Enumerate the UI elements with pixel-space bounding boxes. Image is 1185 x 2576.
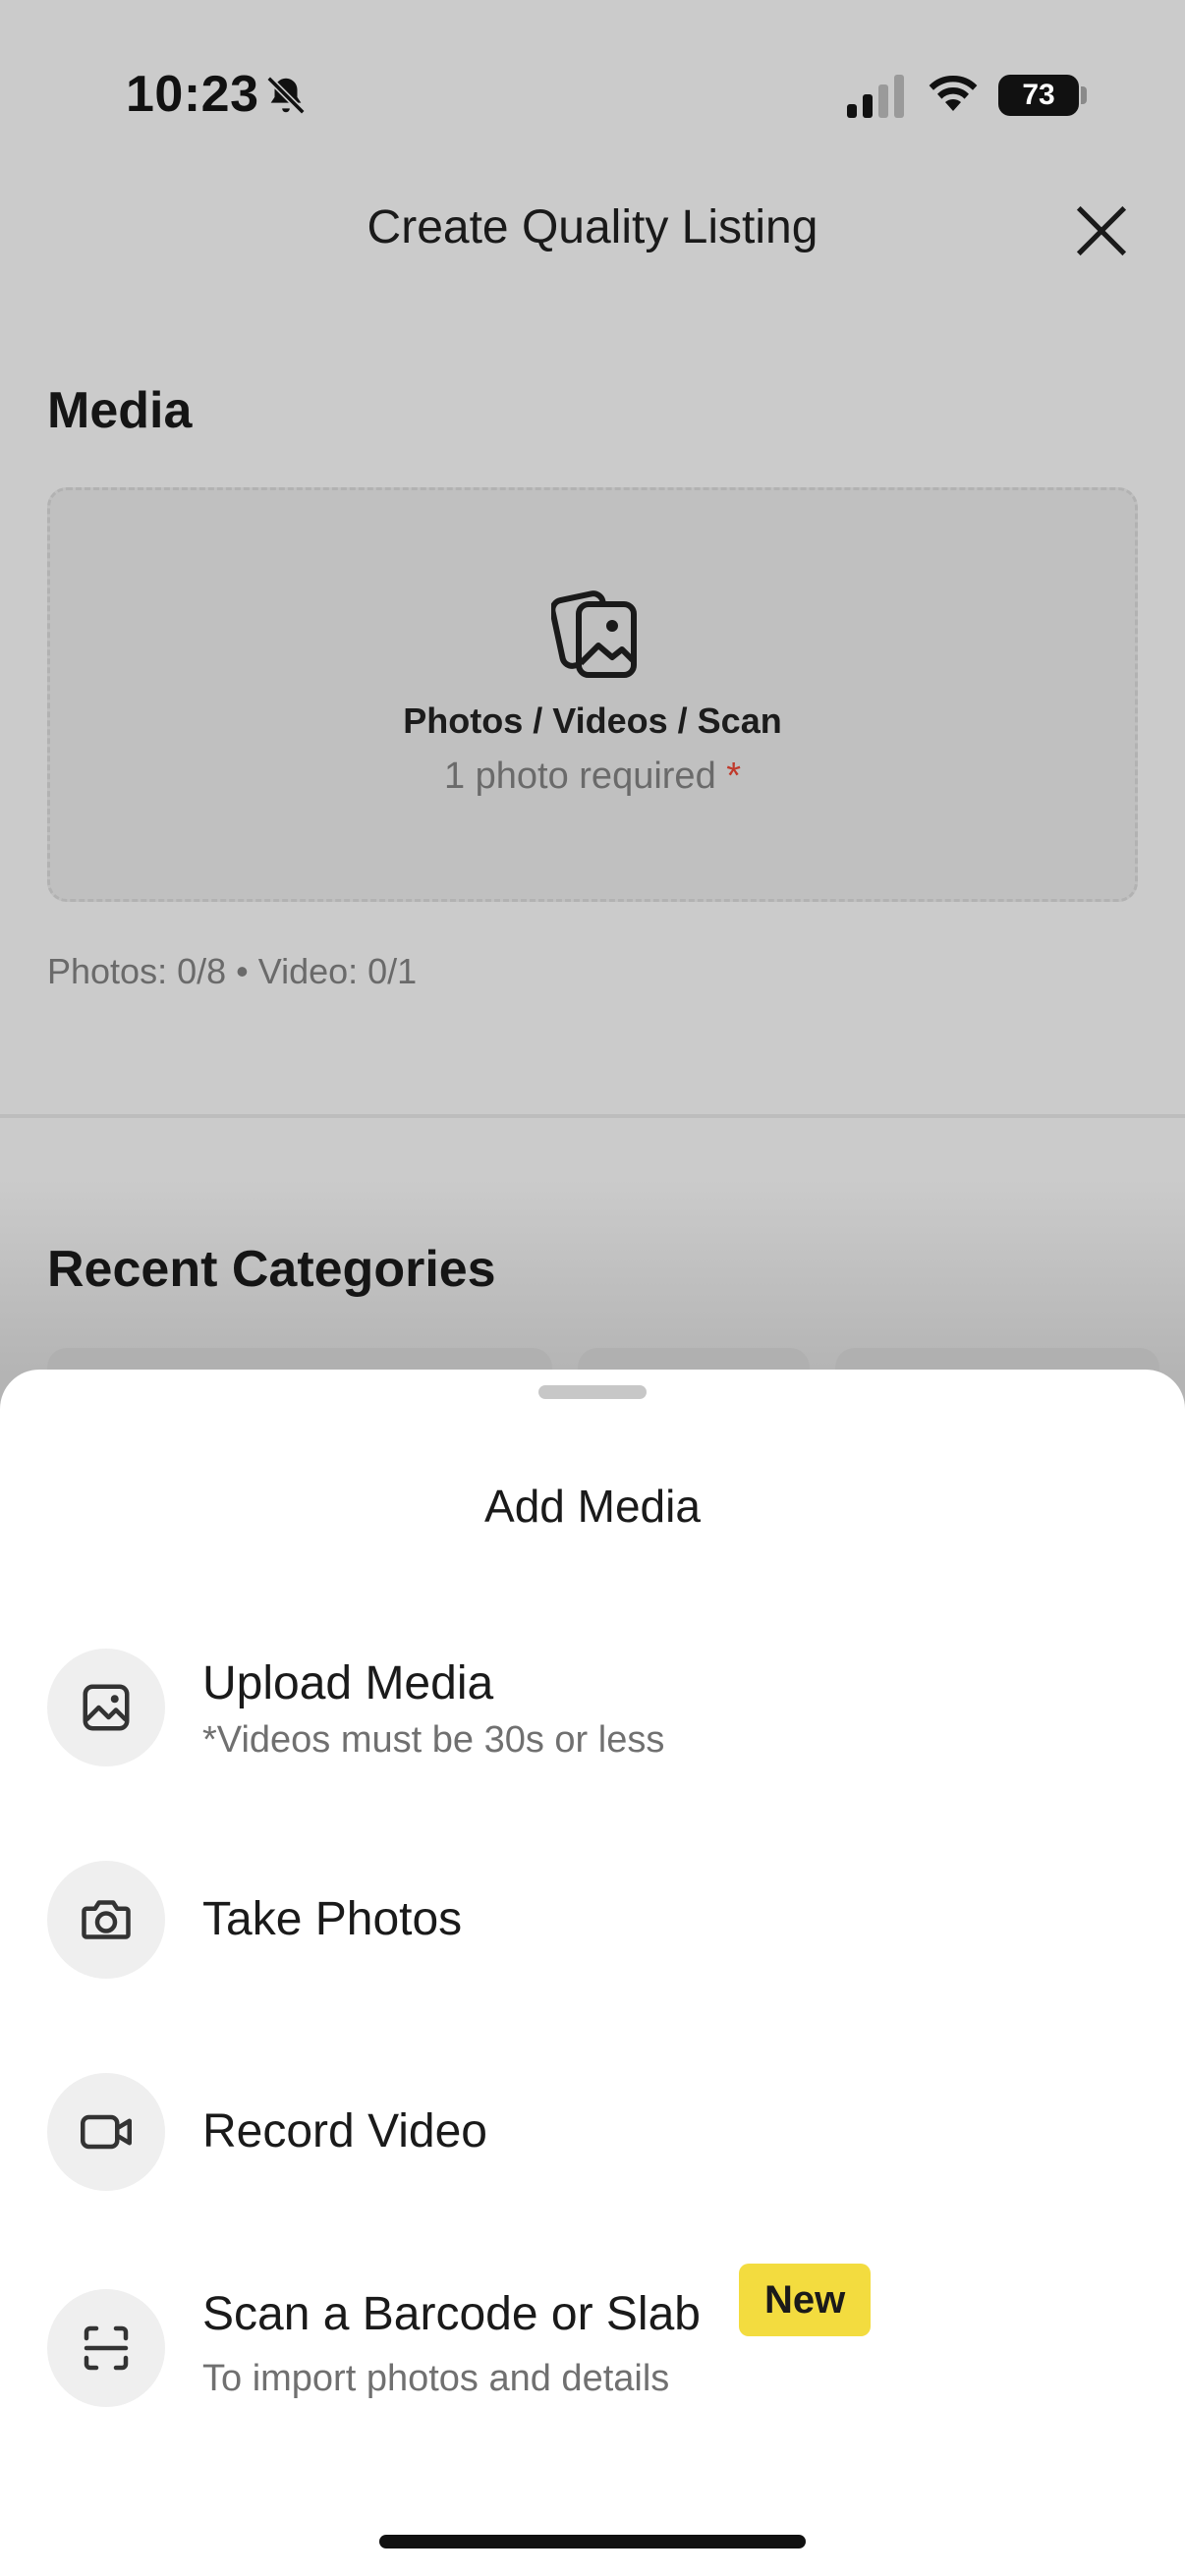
video-camera-icon bbox=[81, 2114, 132, 2150]
option-subtitle: To import photos and details bbox=[202, 2358, 670, 2399]
option-label: Scan a Barcode or Slab bbox=[202, 2288, 701, 2340]
upload-media-option[interactable]: Upload Media *Videos must be 30s or less bbox=[0, 1649, 1185, 1796]
screen: 10:23 73 Create Quality Listing Media Ph… bbox=[0, 0, 1185, 2576]
media-section-title: Media bbox=[47, 382, 193, 439]
option-subtitle: *Videos must be 30s or less bbox=[202, 1719, 665, 1761]
upload-media-icon-wrap bbox=[47, 1649, 165, 1766]
recent-categories-title: Recent Categories bbox=[47, 1241, 496, 1298]
add-media-sheet: Add Media Upload Media *Videos must be 3… bbox=[0, 1370, 1185, 2576]
sheet-grabber[interactable] bbox=[538, 1385, 647, 1399]
camera-icon bbox=[82, 1900, 131, 1939]
battery-icon: 73 bbox=[998, 75, 1079, 116]
battery-tip bbox=[1081, 86, 1087, 104]
required-text: 1 photo required bbox=[443, 756, 716, 797]
close-icon[interactable] bbox=[1071, 200, 1132, 261]
take-photos-icon-wrap bbox=[47, 1861, 165, 1979]
sheet-title: Add Media bbox=[484, 1481, 701, 1532]
cellular-signal-icon bbox=[847, 75, 904, 118]
home-indicator[interactable] bbox=[379, 2535, 806, 2548]
scan-barcode-option[interactable]: Scan a Barcode or Slab New To import pho… bbox=[0, 2264, 1185, 2436]
media-dropzone[interactable]: Photos / Videos / Scan 1 photo required … bbox=[47, 487, 1138, 902]
option-label: Record Video bbox=[202, 2105, 487, 2157]
bell-slash-icon bbox=[266, 76, 306, 115]
wifi-icon bbox=[929, 75, 978, 111]
battery-level: 73 bbox=[1022, 79, 1055, 111]
option-label: Upload Media bbox=[202, 1657, 494, 1709]
page-title: Create Quality Listing bbox=[367, 201, 818, 253]
dropzone-requirement: 1 photo required * bbox=[50, 756, 1135, 798]
section-divider bbox=[0, 1114, 1185, 1118]
status-time: 10:23 bbox=[126, 66, 259, 123]
dropzone-label: Photos / Videos / Scan bbox=[403, 700, 782, 741]
take-photos-option[interactable]: Take Photos bbox=[0, 1861, 1185, 2008]
image-icon bbox=[83, 1684, 130, 1731]
required-marker: * bbox=[726, 756, 742, 797]
option-label: Take Photos bbox=[202, 1893, 463, 1945]
photos-icon bbox=[551, 590, 637, 678]
media-counts: Photos: 0/8 • Video: 0/1 bbox=[47, 951, 418, 991]
scan-icon-wrap bbox=[47, 2289, 165, 2407]
status-bar: 10:23 73 bbox=[0, 0, 1185, 187]
record-video-option[interactable]: Record Video bbox=[0, 2073, 1185, 2220]
scan-icon bbox=[84, 2325, 129, 2371]
new-badge: New bbox=[739, 2264, 872, 2336]
record-video-icon-wrap bbox=[47, 2073, 165, 2191]
